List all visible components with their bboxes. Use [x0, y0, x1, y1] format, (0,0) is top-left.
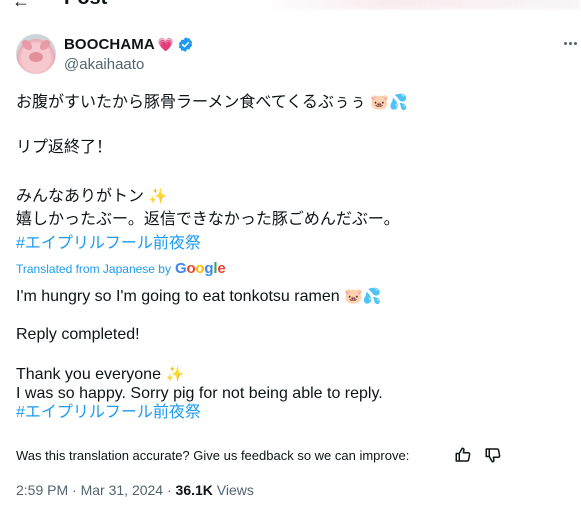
- thumbs-up-icon[interactable]: [454, 446, 472, 464]
- tweet-original-line-3: みんなありがトン ✨: [16, 187, 168, 205]
- tweet-date[interactable]: Mar 31, 2024: [81, 482, 164, 498]
- avatar[interactable]: [16, 34, 56, 74]
- page-title: Post: [64, 0, 107, 10]
- hashtag-link[interactable]: #エイプリルフール前夜祭: [16, 234, 201, 254]
- avatar-ear: [22, 40, 32, 50]
- tweet-translation-line-3: Thank you everyone ✨: [16, 365, 185, 383]
- pig-sweat-emoji: 🐷💦: [370, 93, 408, 111]
- pig-sweat-emoji: 🐷💦: [344, 287, 382, 305]
- tweet-translation-line-1: I'm hungry so I'm going to eat tonkotsu …: [16, 287, 382, 305]
- more-options-icon[interactable]: [560, 33, 580, 53]
- sparkles-emoji: ✨: [165, 365, 185, 383]
- tweet-translation-line-4: I was so happy. Sorry pig for not being …: [16, 385, 383, 402]
- translation-attribution: Translated from Japanese by Google: [16, 260, 226, 277]
- translation-feedback-text: Was this translation accurate? Give us f…: [16, 448, 410, 463]
- verified-badge-icon[interactable]: [177, 36, 194, 53]
- views-label: Views: [216, 482, 254, 498]
- thumbs-down-icon[interactable]: [484, 446, 502, 464]
- views-count: 36.1K: [175, 482, 213, 498]
- tweet-original-line-2: リプ返終了！: [16, 139, 113, 156]
- tweet-original-line-1: お腹がすいたから豚骨ラーメン食べてくるぶぅぅ 🐷💦: [16, 93, 408, 111]
- google-logo: Google: [174, 260, 226, 277]
- author-display-name[interactable]: BOOCHAMA: [64, 36, 155, 53]
- tweet-original-line-4: 嬉しかったぶー。返信できなかった豚ごめんだぶー。: [16, 211, 400, 228]
- sparkles-emoji: ✨: [148, 187, 168, 205]
- back-arrow-icon[interactable]: ←: [12, 0, 30, 10]
- hashtag-link[interactable]: #エイプリルフール前夜祭: [16, 403, 201, 423]
- avatar-ear: [40, 40, 50, 50]
- header-banner-blur: [260, 0, 580, 10]
- tweet-time[interactable]: 2:59 PM: [16, 482, 68, 498]
- top-header: ← Post: [0, 0, 581, 10]
- author-name-emoji: 💗: [157, 36, 174, 52]
- tweet-meta: 2:59 PM · Mar 31, 2024 · 36.1K Views: [16, 482, 254, 498]
- translated-label: Translated from Japanese by: [16, 261, 171, 276]
- author-handle[interactable]: @akaihaato: [64, 56, 144, 73]
- tweet-translation-line-2: Reply completed!: [16, 326, 140, 343]
- author-name-row[interactable]: BOOCHAMA 💗: [64, 36, 194, 53]
- avatar-snout: [29, 52, 43, 62]
